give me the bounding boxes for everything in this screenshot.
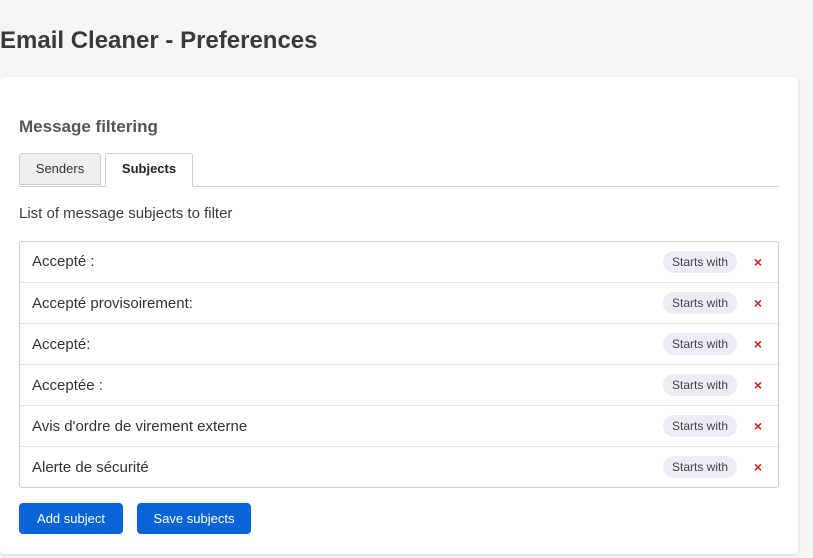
subject-row: Acceptée : Starts with × (20, 364, 778, 405)
match-type-badge: Starts with (662, 456, 737, 478)
save-subjects-button[interactable]: Save subjects (137, 503, 251, 534)
close-icon[interactable]: × (754, 337, 762, 351)
subject-row: Alerte de sécurité Starts with × (20, 446, 778, 487)
subject-row: Avis d'ordre de virement externe Starts … (20, 405, 778, 446)
subject-text: Alerte de sécurité (32, 459, 149, 476)
tab-senders[interactable]: Senders (19, 153, 101, 185)
match-type-badge: Starts with (662, 374, 737, 396)
subjects-description: List of message subjects to filter (19, 205, 233, 222)
subject-text: Avis d'ordre de virement externe (32, 418, 248, 435)
subject-row: Accepté: Starts with × (20, 323, 778, 364)
close-icon[interactable]: × (754, 460, 762, 474)
subject-list: Accepté : Starts with × Accepté provisoi… (19, 241, 779, 488)
close-icon[interactable]: × (754, 378, 762, 392)
section-title: Message filtering (19, 117, 158, 136)
subject-text: Accepté provisoirement: (32, 295, 193, 312)
tab-bar: Senders Subjects (19, 153, 779, 187)
page-title: Email Cleaner - Preferences (0, 27, 318, 54)
tab-subjects[interactable]: Subjects (105, 153, 193, 187)
subject-row: Accepté provisoirement: Starts with × (20, 282, 778, 323)
preferences-card: Message filtering Senders Subjects List … (0, 77, 798, 554)
match-type-badge: Starts with (662, 251, 737, 273)
close-icon[interactable]: × (754, 255, 762, 269)
add-subject-button[interactable]: Add subject (19, 503, 123, 534)
match-type-badge: Starts with (662, 415, 737, 437)
match-type-badge: Starts with (662, 333, 737, 355)
subject-text: Acceptée : (32, 377, 103, 394)
subject-text: Accepté: (32, 336, 91, 353)
close-icon[interactable]: × (754, 419, 762, 433)
close-icon[interactable]: × (754, 296, 762, 310)
subject-row: Accepté : Starts with × (20, 242, 778, 282)
subject-text: Accepté : (32, 253, 95, 270)
match-type-badge: Starts with (662, 292, 737, 314)
